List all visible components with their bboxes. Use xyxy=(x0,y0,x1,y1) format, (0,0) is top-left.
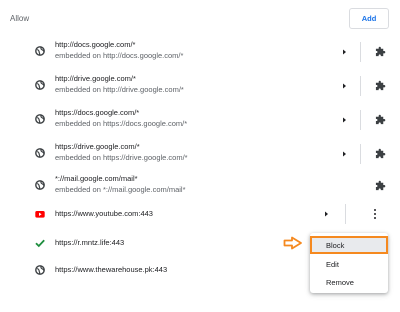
chevron-right-icon[interactable] xyxy=(340,149,348,159)
globe-icon xyxy=(35,80,45,90)
globe-icon xyxy=(35,148,45,158)
list-item: http://drive.google.com/* embedded on ht… xyxy=(0,72,400,100)
context-menu: Block Edit Remove xyxy=(310,233,388,293)
divider xyxy=(345,204,346,224)
chevron-right-icon[interactable] xyxy=(322,209,330,219)
site-pattern: *://mail.google.com/mail* xyxy=(55,174,138,183)
embedded-on-text: embedded on https://docs.google.com/* xyxy=(55,119,188,128)
divider xyxy=(360,42,361,62)
list-item: http://docs.google.com/* embedded on htt… xyxy=(0,38,400,66)
globe-icon xyxy=(35,265,45,275)
list-item: *://mail.google.com/mail* embedded on *:… xyxy=(0,172,400,200)
embedded-on-text: embedded on http://docs.google.com/* xyxy=(55,51,184,60)
divider xyxy=(360,110,361,130)
add-button[interactable]: Add xyxy=(349,8,389,29)
embedded-on-text: embedded on http://drive.google.com/* xyxy=(55,85,184,94)
section-title: Allow xyxy=(10,14,30,23)
embedded-on-text: embedded on *://mail.google.com/mail* xyxy=(55,185,186,194)
puzzle-extension-icon xyxy=(375,114,386,125)
checkmark-icon xyxy=(35,239,45,248)
globe-icon xyxy=(35,46,45,56)
puzzle-extension-icon xyxy=(375,80,386,91)
puzzle-extension-icon xyxy=(375,148,386,159)
chevron-right-icon[interactable] xyxy=(340,115,348,125)
divider xyxy=(360,144,361,164)
menu-item-edit[interactable]: Edit xyxy=(310,255,388,273)
divider xyxy=(360,76,361,96)
callout-arrow-icon xyxy=(283,236,302,250)
globe-icon xyxy=(35,114,45,124)
youtube-icon xyxy=(35,211,45,218)
chevron-right-icon[interactable] xyxy=(340,47,348,57)
site-pattern: https://www.youtube.com:443 xyxy=(55,209,153,218)
list-item: https://drive.google.com/* embedded on h… xyxy=(0,140,400,168)
list-item: https://docs.google.com/* embedded on ht… xyxy=(0,106,400,134)
site-pattern: http://docs.google.com/* xyxy=(55,40,136,49)
puzzle-extension-icon xyxy=(375,180,386,191)
menu-item-remove[interactable]: Remove xyxy=(310,273,388,291)
embedded-on-text: embedded on https://drive.google.com/* xyxy=(55,153,188,162)
site-pattern: https://drive.google.com/* xyxy=(55,142,140,151)
menu-item-block[interactable]: Block xyxy=(310,236,388,254)
site-pattern: https://r.mntz.life:443 xyxy=(55,238,125,247)
site-pattern: https://www.thewarehouse.pk:443 xyxy=(55,265,168,274)
site-pattern: http://drive.google.com/* xyxy=(55,74,136,83)
chevron-right-icon[interactable] xyxy=(340,81,348,91)
globe-icon xyxy=(35,180,45,190)
more-vert-icon[interactable] xyxy=(372,208,378,220)
puzzle-extension-icon xyxy=(375,46,386,57)
list-item: https://www.youtube.com:443 xyxy=(0,203,400,225)
site-pattern: https://docs.google.com/* xyxy=(55,108,140,117)
